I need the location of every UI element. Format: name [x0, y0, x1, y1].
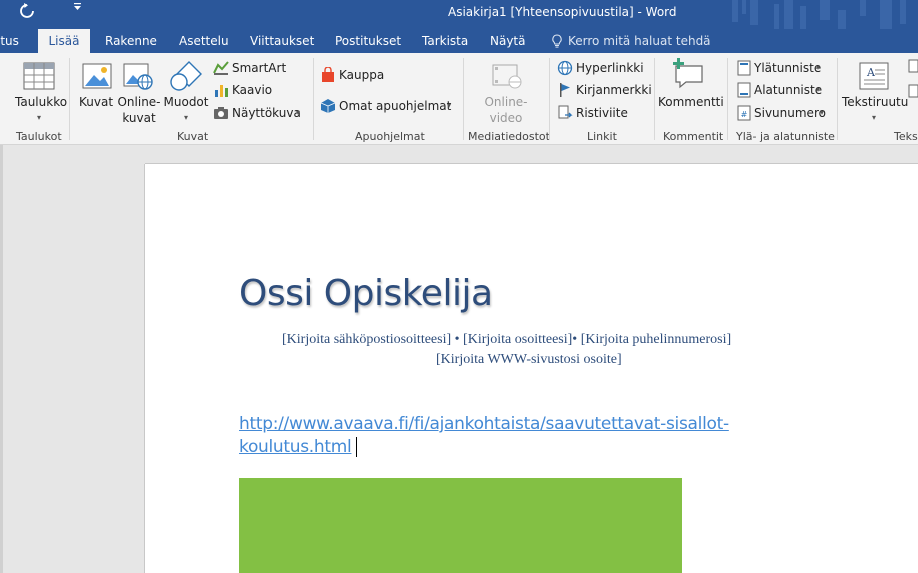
store-label: Kauppa: [339, 68, 385, 82]
quick-parts-icon[interactable]: [908, 59, 918, 75]
group-divider: [549, 58, 550, 140]
online-video-label-1: Online-: [484, 95, 528, 109]
page-number-label: Sivunumero: [754, 106, 826, 120]
shapes-label: Muodot: [163, 95, 209, 109]
chart-label: Kaavio: [232, 83, 273, 97]
svg-text:A: A: [866, 66, 876, 79]
my-addins-label: Omat apuohjelmat: [339, 99, 452, 113]
header-icon: [737, 60, 751, 76]
group-label-links: Linkit: [587, 130, 617, 143]
table-label: Taulukko: [15, 95, 68, 109]
repeat-icon[interactable]: [17, 3, 37, 23]
group-divider: [313, 58, 314, 140]
group-divider: [654, 58, 655, 140]
footer-label: Alatunniste: [754, 83, 823, 97]
online-video-label-2: video: [489, 111, 523, 125]
customize-qat-icon[interactable]: [71, 2, 83, 16]
website-placeholder-line[interactable]: [Kirjoita WWW-sivustosi osoite]: [436, 351, 622, 369]
tab-layout[interactable]: Asettelu: [179, 29, 229, 53]
contact-placeholder-line[interactable]: [Kirjoita sähköpostiosoitteesi] • [Kirjo…: [282, 331, 731, 349]
smartart-icon: [213, 61, 229, 75]
tab-references[interactable]: Viittaukset: [250, 29, 314, 53]
footer-icon: [737, 82, 751, 98]
table-icon: [23, 62, 55, 90]
group-label-tables: Taulukot: [16, 130, 62, 143]
group-label-comments: Kommentit: [663, 130, 724, 143]
cross-reference-icon: [558, 105, 573, 119]
tab-file[interactable]: itus: [0, 29, 28, 53]
chevron-down-icon: ▾: [871, 113, 876, 122]
textbox-icon: A: [859, 62, 889, 90]
group-label-media: Mediatiedostot: [468, 130, 550, 143]
textbox-label: Tekstiruutu: [842, 95, 909, 109]
page-number-icon: #: [737, 105, 751, 121]
tab-insert[interactable]: Lisää: [38, 29, 90, 53]
svg-text:#: #: [741, 110, 748, 119]
smartart-label: SmartArt: [232, 61, 287, 75]
group-label-addins: Apuohjelmat: [355, 130, 425, 143]
document-page[interactable]: Ossi Opiskelija [Kirjoita sähköpostiosoi…: [145, 164, 918, 573]
chart-icon: [215, 85, 228, 97]
chevron-down-icon: ▾: [447, 101, 452, 110]
title-bar: Asiakirja1 [Yhteensopivuustila] - Word: [0, 0, 918, 29]
tab-review[interactable]: Tarkista: [422, 29, 468, 53]
tab-design[interactable]: Rakenne: [105, 29, 157, 53]
shopping-bag-icon: [322, 67, 334, 82]
new-comment-icon: [673, 58, 703, 89]
document-background-edge: [0, 145, 3, 573]
green-shape[interactable]: [239, 478, 682, 573]
chevron-down-icon: ▾: [820, 108, 825, 117]
hyperlink-label: Hyperlinkki: [576, 61, 644, 75]
lightbulb-icon: [552, 34, 562, 48]
addins-icon: [320, 99, 336, 113]
chevron-down-icon: ▾: [816, 63, 821, 72]
group-label-illustrations: Kuvat: [177, 130, 209, 143]
bookmark-label: Kirjanmerkki: [576, 83, 652, 97]
screenshot-label: Näyttökuva: [232, 106, 301, 120]
document-hyperlink[interactable]: http://www.avaava.fi/fi/ajankohtaista/sa…: [239, 413, 839, 459]
group-divider: [463, 58, 464, 140]
chevron-down-icon: ▾: [183, 113, 188, 122]
cross-reference-label: Ristiviite: [576, 106, 628, 120]
ribbon-tabs: itus Lisää Rakenne Asettelu Viittaukset …: [0, 29, 918, 53]
header-label: Ylätunniste: [754, 61, 822, 75]
online-pictures-label-2: kuvat: [122, 111, 156, 125]
picture-icon: [82, 63, 112, 89]
bookmark-flag-icon: [560, 83, 570, 97]
group-divider: [69, 58, 70, 140]
group-divider: [837, 58, 838, 140]
online-picture-icon: [123, 63, 153, 90]
group-label-header-footer: Ylä- ja alatunniste: [736, 130, 835, 143]
group-divider: [727, 58, 728, 140]
tell-me-label: Kerro mitä haluat tehdä: [568, 34, 711, 48]
hyperlink-icon: [557, 60, 573, 76]
title-bar-decoration: [732, 0, 906, 29]
chevron-down-icon: ▾: [296, 108, 301, 117]
group-label-text: Tekst: [894, 130, 918, 143]
window-title: Asiakirja1 [Yhteensopivuustila] - Word: [448, 5, 677, 19]
text-cursor: [356, 437, 357, 457]
chevron-down-icon: ▾: [36, 113, 41, 122]
online-pictures-label-1: Online-: [117, 95, 161, 109]
document-name-heading[interactable]: Ossi Opiskelija: [239, 272, 493, 316]
chevron-down-icon: ▾: [816, 85, 821, 94]
shapes-icon: [170, 61, 202, 91]
comment-label: Kommentti: [658, 95, 724, 109]
wordart-icon[interactable]: [908, 84, 918, 100]
ribbon: Taulukko ▾ Taulukot Kuvat Online- kuvat …: [0, 53, 918, 145]
tab-view[interactable]: Näytä: [490, 29, 526, 53]
online-video-icon: [492, 64, 522, 89]
camera-icon: [214, 107, 228, 119]
pictures-label: Kuvat: [79, 95, 114, 109]
tab-mailings[interactable]: Postitukset: [335, 29, 401, 53]
